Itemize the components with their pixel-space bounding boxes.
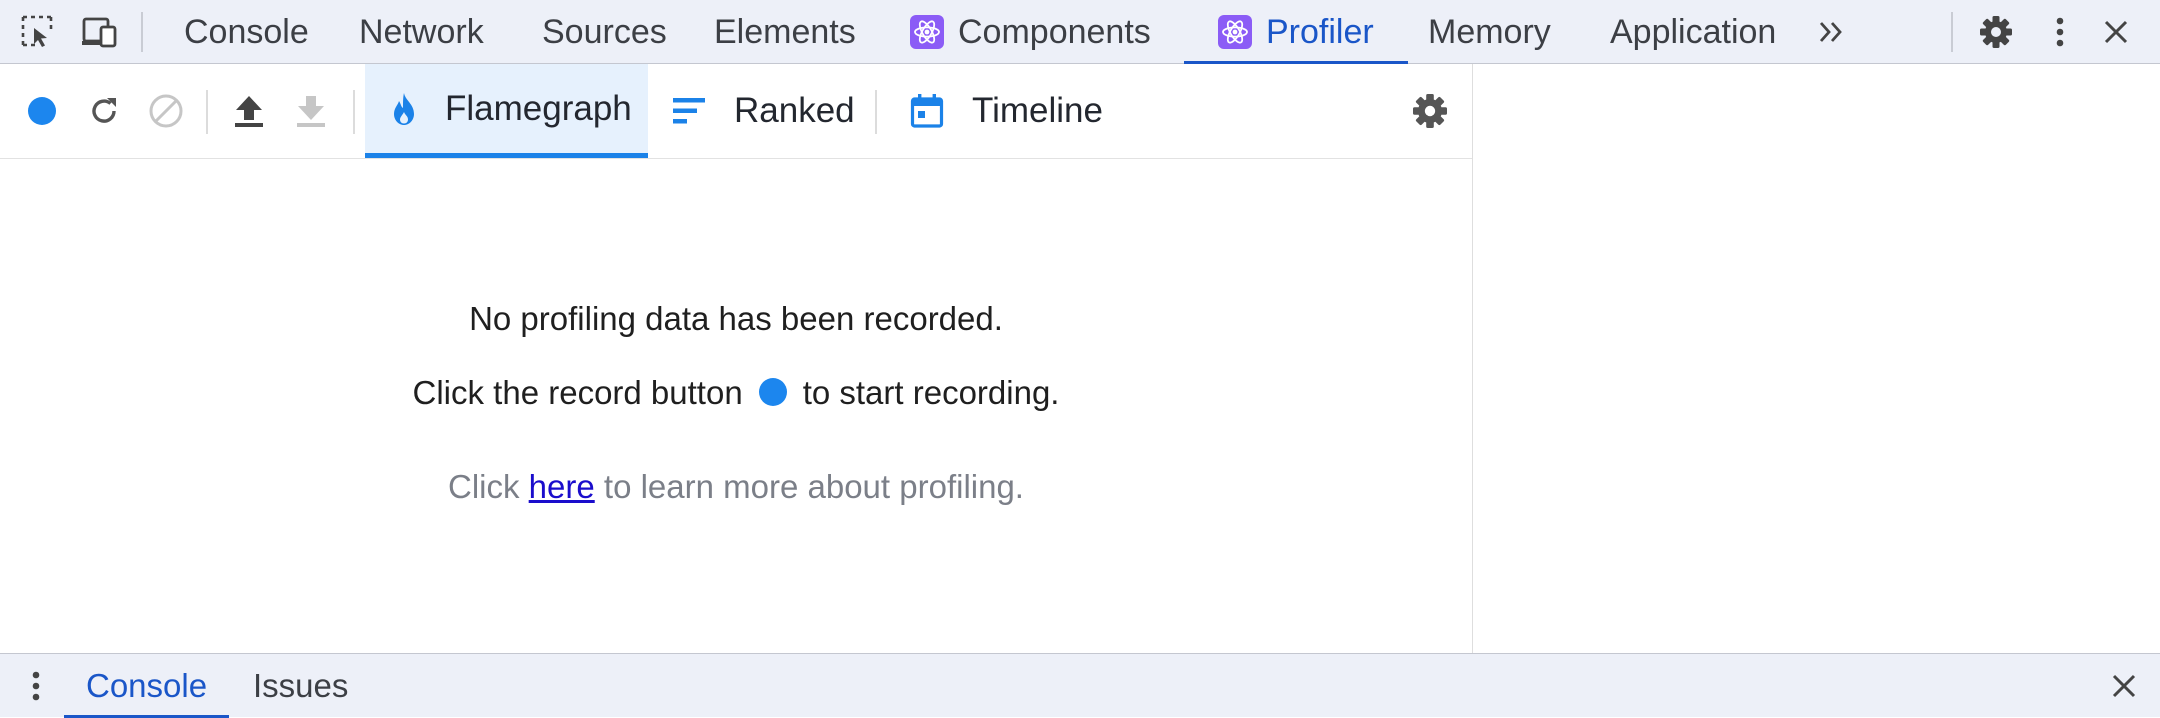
toolbar-divider: [875, 90, 877, 134]
reload-and-profile-button[interactable]: [79, 86, 129, 136]
toolbar-divider: [141, 12, 143, 52]
drawer-menu-icon[interactable]: [16, 666, 56, 706]
learn-more-text: Click: [448, 468, 520, 505]
clear-icon: [148, 93, 184, 129]
profiler-empty-state: No profiling data has been recorded. Cli…: [0, 160, 1472, 652]
tab-flamegraph[interactable]: Flamegraph: [365, 64, 648, 158]
instruction-text: Click the record button: [412, 374, 743, 411]
tab-label: Network: [359, 12, 484, 51]
record-button[interactable]: [17, 86, 67, 136]
close-drawer-icon[interactable]: [2104, 666, 2144, 706]
record-icon: [758, 378, 787, 406]
tab-label: Ranked: [734, 91, 855, 130]
calendar-icon: [910, 93, 944, 129]
tab-application[interactable]: Application: [1610, 0, 1776, 64]
panel-divider: [1472, 64, 1473, 653]
tab-sources[interactable]: Sources: [542, 0, 667, 64]
kebab-menu-icon[interactable]: [2040, 12, 2080, 52]
upload-icon: [232, 93, 266, 129]
tab-elements[interactable]: Elements: [714, 0, 856, 64]
download-icon: [294, 93, 328, 129]
tab-label: Flamegraph: [445, 88, 632, 128]
record-instructions: Click the record button to start recordin…: [0, 374, 1472, 412]
profiler-toolbar: Flamegraph Ranked Timeline: [0, 64, 1473, 159]
devtools-tab-bar: Console Network Sources Elements Compone…: [0, 0, 2160, 65]
ranked-icon: [672, 96, 706, 126]
toolbar-divider: [1951, 12, 1953, 52]
tab-components[interactable]: Components: [910, 0, 1151, 64]
record-icon: [27, 96, 57, 126]
drawer-bar: Console Issues: [0, 653, 2160, 718]
learn-more-message: Click here to learn more about profiling…: [0, 468, 1472, 506]
learn-more-link[interactable]: here: [529, 468, 595, 505]
tab-ranked[interactable]: Ranked: [672, 64, 855, 158]
tab-label: Console: [86, 667, 208, 704]
device-toolbar-icon[interactable]: [80, 12, 120, 52]
no-data-message: No profiling data has been recorded.: [469, 300, 1003, 337]
drawer-tab-issues[interactable]: Issues: [253, 654, 348, 718]
react-icon: [1218, 15, 1252, 49]
tab-label: Components: [958, 12, 1151, 51]
close-icon[interactable]: [2096, 12, 2136, 52]
tab-label: Console: [184, 12, 309, 51]
tab-label: Elements: [714, 12, 856, 51]
tab-console[interactable]: Console: [184, 0, 309, 64]
tab-label: Memory: [1428, 12, 1551, 51]
clear-profiling-button[interactable]: [141, 86, 191, 136]
tab-label: Sources: [542, 12, 667, 51]
tab-label: Timeline: [972, 91, 1103, 130]
more-tabs-icon[interactable]: [1812, 12, 1852, 52]
tab-network[interactable]: Network: [359, 0, 484, 64]
inspect-element-icon[interactable]: [18, 12, 58, 52]
tab-profiler[interactable]: Profiler: [1184, 0, 1408, 65]
tab-timeline[interactable]: Timeline: [910, 64, 1103, 158]
toolbar-divider: [353, 90, 355, 134]
profiler-settings-button[interactable]: [1405, 86, 1455, 136]
flame-icon: [391, 92, 417, 126]
instruction-text: to start recording.: [802, 374, 1060, 411]
settings-icon: [1411, 92, 1449, 130]
drawer-tab-console[interactable]: Console: [63, 654, 230, 718]
tab-label: Application: [1610, 12, 1777, 51]
settings-icon[interactable]: [1976, 12, 2016, 52]
save-profile-button[interactable]: [286, 86, 336, 136]
load-profile-button[interactable]: [224, 86, 274, 136]
tab-memory[interactable]: Memory: [1428, 0, 1551, 64]
learn-more-text: to learn more about profiling.: [603, 468, 1024, 505]
reload-icon: [87, 94, 121, 128]
toolbar-divider: [206, 90, 208, 134]
tab-label: Issues: [253, 667, 349, 704]
react-icon: [910, 15, 944, 49]
tab-label: Profiler: [1266, 12, 1374, 51]
